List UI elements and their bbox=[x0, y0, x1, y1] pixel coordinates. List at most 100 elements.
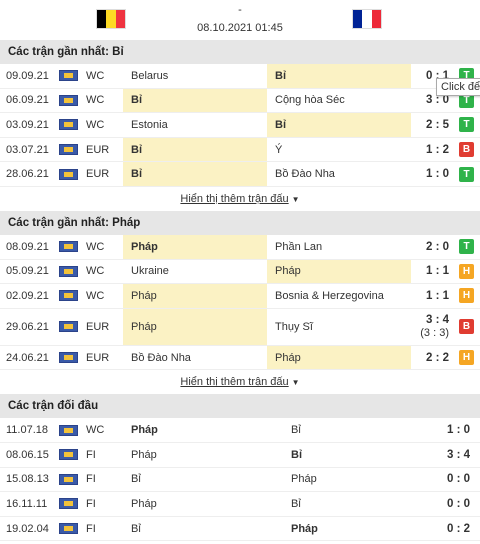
match-row[interactable]: 11.07.18 WC Pháp Bỉ 1 : 0 bbox=[0, 418, 480, 443]
competition-icon bbox=[58, 94, 78, 106]
tooltip: Click để c bbox=[436, 78, 480, 96]
home-team: Pháp bbox=[123, 308, 267, 345]
competition-label: WC bbox=[86, 69, 105, 82]
away-team: Phần Lan bbox=[275, 240, 323, 253]
home-team: Belarus bbox=[131, 69, 169, 82]
match-score: 1 : 2 bbox=[425, 143, 449, 156]
result-badge: T bbox=[459, 117, 474, 133]
caret-down-icon: ▼ bbox=[291, 194, 300, 204]
match-date: 19.02.04 bbox=[6, 522, 49, 535]
competition-icon bbox=[58, 119, 78, 131]
home-team: Bỉ bbox=[123, 88, 267, 113]
show-more-link-belgium[interactable]: Hiển thị thêm trận đấu ▼ bbox=[0, 187, 480, 211]
home-team: Pháp bbox=[131, 448, 157, 461]
away-team: Bỉ bbox=[291, 448, 302, 461]
show-more-label: Hiển thị thêm trận đấu bbox=[180, 376, 289, 389]
match-score: - bbox=[238, 4, 242, 16]
home-team: Bỉ bbox=[123, 162, 267, 186]
away-team: Bỉ bbox=[291, 424, 301, 437]
match-row[interactable]: 29.06.21 EUR Pháp Thụy Sĩ 3 : 4 (3 : 3) … bbox=[0, 308, 480, 346]
section-title-belgium: Các trận gần nhất: Bỉ bbox=[0, 40, 480, 64]
competition-icon bbox=[58, 265, 78, 277]
home-team: Bỉ bbox=[131, 522, 141, 535]
home-team: Bỉ bbox=[123, 137, 267, 162]
result-badge: B bbox=[459, 142, 474, 158]
competition-label: EUR bbox=[86, 351, 110, 364]
competition-icon bbox=[58, 473, 78, 485]
match-row[interactable]: 03.07.21 EUR Bỉ Ý 1 : 2 B bbox=[0, 137, 480, 163]
match-score: 3 : 4 (3 : 3) bbox=[411, 314, 459, 340]
match-row[interactable]: 24.06.21 EUR Bồ Đào Nha Pháp 2 : 2 H bbox=[0, 345, 480, 371]
match-score: 3 : 0 bbox=[425, 94, 449, 107]
match-score-final: 3 : 4 bbox=[425, 313, 449, 326]
result-badge: H bbox=[459, 288, 474, 304]
match-score: 1 : 1 bbox=[425, 265, 449, 278]
match-row[interactable]: 08.06.15 FI Pháp Bỉ 3 : 4 bbox=[0, 443, 480, 468]
show-more-label: Hiển thị thêm trận đấu bbox=[180, 192, 289, 205]
away-team: Pháp bbox=[291, 473, 317, 486]
away-team: Thụy Sĩ bbox=[275, 320, 313, 333]
match-row[interactable]: 05.09.21 WC Ukraine Pháp 1 : 1 H bbox=[0, 259, 480, 285]
match-row[interactable]: 28.06.21 EUR Bỉ Bồ Đào Nha 1 : 0 T bbox=[0, 162, 480, 187]
competition-icon bbox=[58, 70, 78, 82]
competition-label: EUR bbox=[86, 320, 110, 333]
show-more-link-france[interactable]: Hiển thị thêm trận đấu ▼ bbox=[0, 370, 480, 394]
match-date: 03.09.21 bbox=[6, 118, 49, 131]
match-score: 1 : 1 bbox=[425, 289, 449, 302]
match-row[interactable]: 19.02.04 FI Bỉ Pháp 0 : 2 bbox=[0, 517, 480, 542]
away-team: Bosnia & Herzegovina bbox=[275, 289, 384, 302]
competition-icon bbox=[58, 144, 78, 156]
home-team: Pháp bbox=[131, 424, 158, 437]
match-row[interactable]: 03.09.21 WC Estonia Bỉ 2 : 5 T bbox=[0, 113, 480, 138]
match-score: 1 : 0 bbox=[446, 424, 470, 437]
result-badge: H bbox=[459, 350, 474, 366]
match-date: 05.09.21 bbox=[6, 265, 49, 278]
away-team: Bỉ bbox=[267, 113, 411, 137]
match-row[interactable]: 16.11.11 FI Pháp Bỉ 0 : 0 bbox=[0, 492, 480, 517]
match-date: 15.08.13 bbox=[6, 473, 49, 486]
result-badge: T bbox=[459, 166, 474, 182]
competition-label: FI bbox=[86, 473, 96, 486]
match-date: 02.09.21 bbox=[6, 289, 49, 302]
competition-label: EUR bbox=[86, 168, 110, 181]
match-row[interactable]: 08.09.21 WC Pháp Phần Lan 2 : 0 T bbox=[0, 234, 480, 260]
competition-icon bbox=[58, 498, 78, 510]
home-team: Bồ Đào Nha bbox=[131, 351, 191, 364]
result-badge: T bbox=[459, 239, 474, 255]
match-date: 16.11.11 bbox=[6, 497, 48, 510]
match-row[interactable]: 15.08.13 FI Bỉ Pháp 0 : 0 bbox=[0, 468, 480, 493]
competition-label: FI bbox=[86, 522, 96, 535]
match-row[interactable]: 02.09.21 WC Pháp Bosnia & Herzegovina 1 … bbox=[0, 284, 480, 309]
belgium-recent-list: 09.09.21 WC Belarus Bỉ 0 : 1 T 06.09.21 … bbox=[0, 64, 480, 187]
section-title-head-to-head: Các trận đối đầu bbox=[0, 394, 480, 419]
competition-label: WC bbox=[86, 240, 105, 253]
head-to-head-list: 11.07.18 WC Pháp Bỉ 1 : 0 08.06.15 FI Ph… bbox=[0, 418, 480, 542]
competition-label: FI bbox=[86, 497, 96, 510]
match-date: 06.09.21 bbox=[6, 94, 49, 107]
away-team: Pháp bbox=[267, 345, 411, 370]
match-header: - 08.10.2021 01:45 bbox=[0, 0, 480, 40]
away-team: Pháp bbox=[291, 522, 318, 535]
match-date: 24.06.21 bbox=[6, 351, 49, 364]
section-title-france: Các trận gần nhất: Pháp bbox=[0, 210, 480, 235]
match-score: 0 : 0 bbox=[446, 473, 470, 486]
match-score-regular: (3 : 3) bbox=[420, 326, 449, 339]
home-team: Estonia bbox=[131, 118, 168, 131]
match-score: 2 : 5 bbox=[425, 118, 449, 131]
home-team: Pháp bbox=[131, 497, 157, 510]
competition-icon bbox=[58, 449, 78, 461]
away-team: Bỉ bbox=[267, 64, 411, 88]
france-flag-icon bbox=[352, 9, 382, 29]
home-team: Pháp bbox=[123, 284, 267, 308]
away-team: Bỉ bbox=[291, 497, 301, 510]
match-date: 29.06.21 bbox=[6, 320, 49, 333]
competition-label: WC bbox=[86, 265, 105, 278]
match-score: 2 : 0 bbox=[425, 240, 449, 253]
match-row[interactable]: 06.09.21 WC Bỉ Cộng hòa Séc 3 : 0 T bbox=[0, 88, 480, 114]
match-row[interactable]: 09.09.21 WC Belarus Bỉ 0 : 1 T bbox=[0, 64, 480, 89]
home-team: Ukraine bbox=[131, 265, 169, 278]
match-score: 1 : 0 bbox=[425, 168, 449, 181]
competition-label: WC bbox=[86, 118, 105, 131]
match-datetime: 08.10.2021 01:45 bbox=[197, 22, 283, 34]
match-date: 09.09.21 bbox=[6, 69, 49, 82]
